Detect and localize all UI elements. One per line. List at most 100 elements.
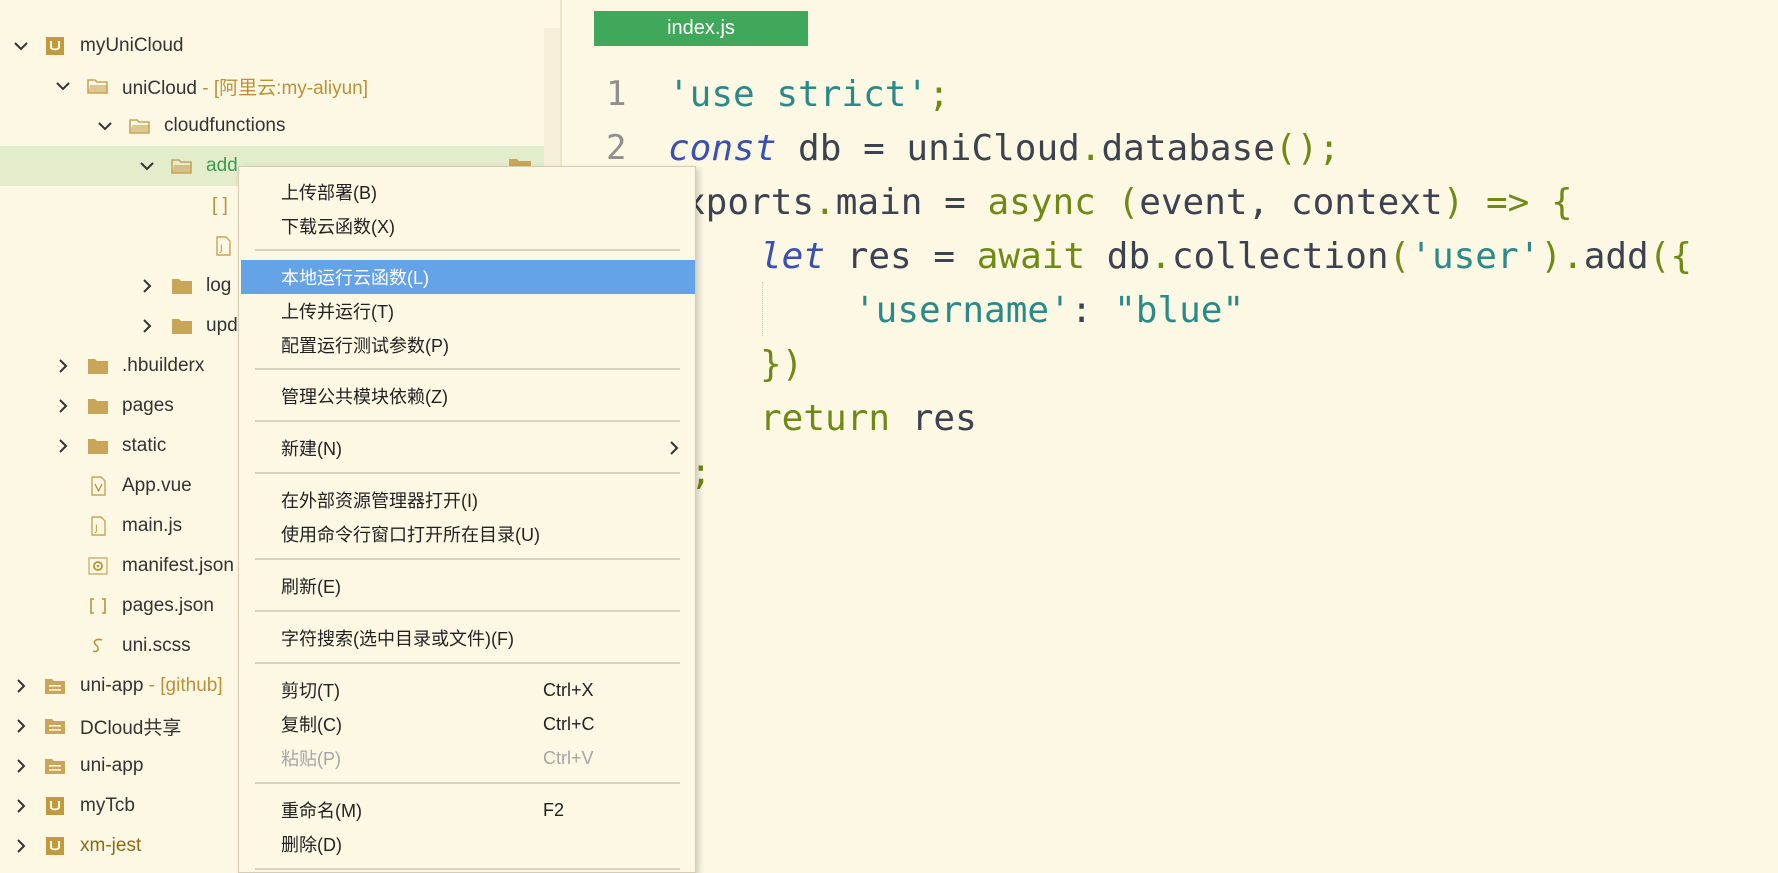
uni-project-icon <box>44 836 66 856</box>
tree-item-label: DCloud共享 <box>80 717 182 739</box>
code-text: xports.main = async (event, context) => … <box>684 181 1573 223</box>
menu-item-delete[interactable]: 删除(D) <box>241 827 695 861</box>
tree-item-label: cloudfunctions <box>164 115 286 136</box>
line-number: 1 <box>606 74 627 114</box>
tree-item-label: pages <box>122 395 174 416</box>
menu-separator <box>255 472 680 474</box>
menu-separator <box>255 662 680 664</box>
svg-text:J: J <box>94 524 98 534</box>
menu-item-manage-dependencies[interactable]: 管理公共模块依赖(Z) <box>241 379 695 413</box>
folder-open-icon <box>87 76 109 96</box>
menu-item-shortcut: Ctrl+C <box>543 713 595 734</box>
chevron-right-icon[interactable] <box>54 357 72 375</box>
menu-item-label: 删除(D) <box>281 835 342 855</box>
menu-item-paste: 粘贴(P) Ctrl+V <box>241 741 695 775</box>
chevron-down-icon[interactable] <box>12 37 30 55</box>
project-folder-icon <box>44 676 66 696</box>
menu-separator <box>255 868 680 870</box>
uni-project-icon <box>44 36 66 56</box>
tree-item-label: pages.json <box>122 595 214 616</box>
menu-item-refresh[interactable]: 刷新(E) <box>241 569 695 603</box>
menu-item-label: 上传并运行(T) <box>281 302 394 322</box>
chevron-right-icon[interactable] <box>12 677 30 695</box>
js-file-icon: J <box>87 516 109 536</box>
chevron-down-icon[interactable] <box>96 117 114 135</box>
js-file-icon: J <box>212 236 234 256</box>
menu-item-label: 复制(C) <box>281 715 342 735</box>
tree-item-label: upd <box>206 315 238 336</box>
chevron-right-icon[interactable] <box>54 437 72 455</box>
menu-item-cut[interactable]: 剪切(T) Ctrl+X <box>241 673 695 707</box>
line-number: 2 <box>606 128 627 168</box>
chevron-right-icon[interactable] <box>54 397 72 415</box>
menu-item-upload-and-run[interactable]: 上传并运行(T) <box>241 294 695 328</box>
menu-item-label: 下载云函数(X) <box>281 217 395 237</box>
menu-item-open-in-terminal[interactable]: 使用命令行窗口打开所在目录(U) <box>241 517 695 551</box>
chevron-right-icon[interactable] <box>12 717 30 735</box>
chevron-right-icon[interactable] <box>138 317 156 335</box>
menu-item-shortcut: Ctrl+V <box>543 747 594 768</box>
menu-item-label: 配置运行测试参数(P) <box>281 336 449 356</box>
tree-item-label: .hbuilderx <box>122 355 205 376</box>
menu-item-label: 在外部资源管理器打开(I) <box>281 491 478 511</box>
menu-item-label: 本地运行云函数(L) <box>281 268 429 288</box>
menu-item-upload-deploy[interactable]: 上传部署(B) <box>241 175 695 209</box>
code-text: return res <box>760 397 977 439</box>
folder-icon <box>87 356 109 376</box>
chevron-right-icon[interactable] <box>138 277 156 295</box>
menu-item-copy[interactable]: 复制(C) Ctrl+C <box>241 707 695 741</box>
menu-item-label: 使用命令行窗口打开所在目录(U) <box>281 525 540 545</box>
tree-item-label: uni-app <box>80 755 144 776</box>
folder-open-icon <box>129 116 151 136</box>
menu-item-run-locally[interactable]: 本地运行云函数(L) <box>241 260 695 294</box>
chevron-right-icon[interactable] <box>12 837 30 855</box>
menu-item-open-in-explorer[interactable]: 在外部资源管理器打开(I) <box>241 483 695 517</box>
menu-separator <box>255 420 680 422</box>
svg-text:J: J <box>219 244 223 254</box>
menu-item-new[interactable]: 新建(N) <box>241 431 695 465</box>
tree-item-myunicloud[interactable]: myUniCloud <box>0 26 544 66</box>
context-menu: 上传部署(B) 下载云函数(X) 本地运行云函数(L) 上传并运行(T) 配置运… <box>238 166 696 873</box>
project-folder-icon <box>44 716 66 736</box>
json-bracket-icon <box>87 596 109 616</box>
code-text: let res = await db.collection('user').ad… <box>760 235 1693 277</box>
chevron-right-icon[interactable] <box>12 757 30 775</box>
code-text: const db = uniCloud.database(); <box>668 127 1340 169</box>
tab-index-js[interactable]: index.js <box>594 11 808 46</box>
tree-item-cloudfunctions[interactable]: cloudfunctions <box>0 106 544 146</box>
tree-item-label: xm-jest <box>80 835 142 856</box>
chevron-right-icon[interactable] <box>12 797 30 815</box>
tree-item-label: uni.scss <box>122 635 191 656</box>
uni-project-icon <box>44 796 66 816</box>
menu-item-label: 重命名(M) <box>281 801 362 821</box>
menu-separator <box>255 558 680 560</box>
tree-item-label: manifest.json <box>122 555 234 576</box>
tree-item-label: uniCloud - [阿里云:my-aliyun] <box>122 77 369 99</box>
code-text: 'use strict'; <box>668 73 950 115</box>
tree-item-label: log <box>206 275 232 296</box>
tree-item-label: static <box>122 435 167 456</box>
tree-item-unicloud[interactable]: uniCloud - [阿里云:my-aliyun] <box>0 66 544 106</box>
menu-item-label: 粘贴(P) <box>281 749 341 769</box>
menu-item-label: 剪切(T) <box>281 681 340 701</box>
tree-item-label: myUniCloud <box>80 35 184 56</box>
menu-item-label: 上传部署(B) <box>281 183 377 203</box>
chevron-down-icon[interactable] <box>138 157 156 175</box>
project-folder-icon <box>44 756 66 776</box>
code-editor[interactable]: index.js 1 'use strict'; 2 const db = un… <box>562 0 1778 873</box>
menu-item-download-function[interactable]: 下载云函数(X) <box>241 209 695 243</box>
menu-item-shortcut: Ctrl+X <box>543 679 594 700</box>
chevron-down-icon[interactable] <box>54 77 72 95</box>
tree-item-label: uni-app - [github] <box>80 675 223 696</box>
menu-item-rename[interactable]: 重命名(M) F2 <box>241 793 695 827</box>
menu-item-config-test-params[interactable]: 配置运行测试参数(P) <box>241 328 695 362</box>
menu-separator <box>255 610 680 612</box>
code-text: }) <box>760 343 804 385</box>
tree-item-label: main.js <box>122 515 183 536</box>
menu-item-label: 管理公共模块依赖(Z) <box>281 387 448 407</box>
folder-open-icon <box>171 156 193 176</box>
menu-item-text-search[interactable]: 字符搜索(选中目录或文件)(F) <box>241 621 695 655</box>
gear-file-icon <box>87 556 109 576</box>
menu-separator <box>255 249 680 251</box>
menu-item-label: 字符搜索(选中目录或文件)(F) <box>281 629 514 649</box>
